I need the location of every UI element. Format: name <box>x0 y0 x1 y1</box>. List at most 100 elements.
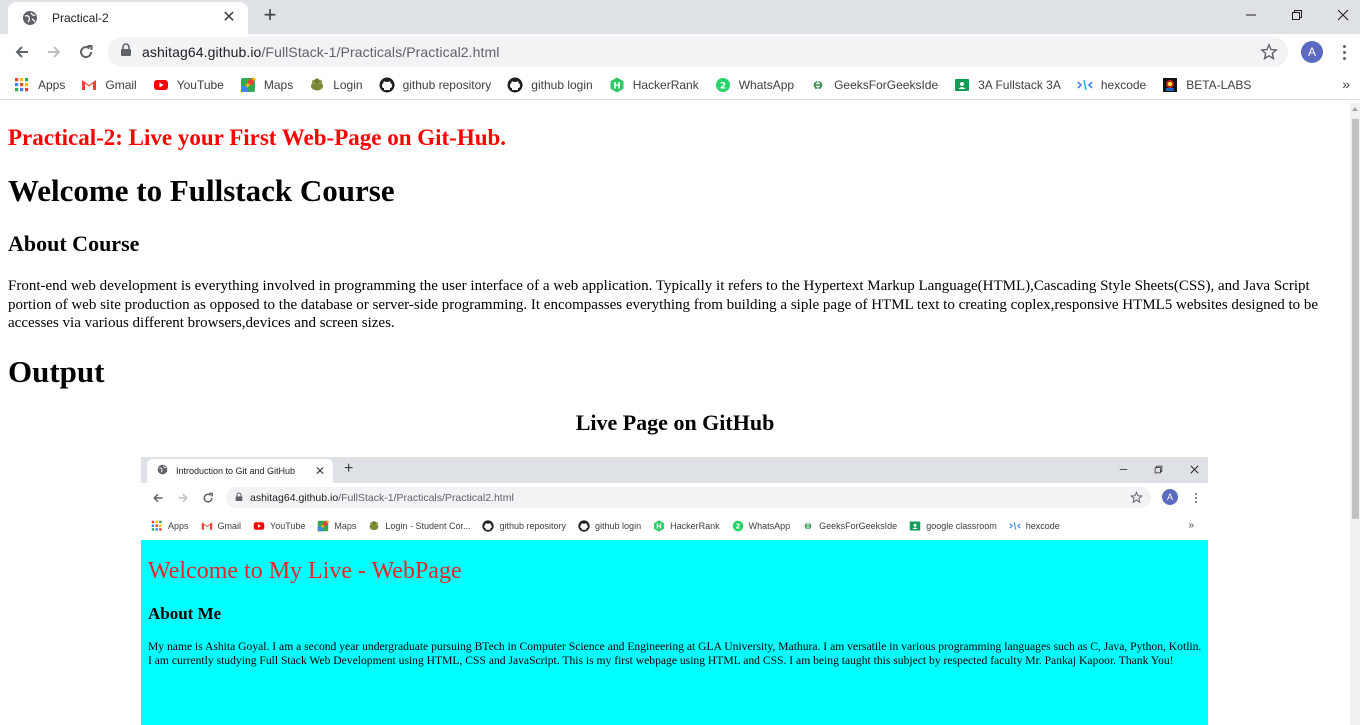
bookmark-github-repository: github repository <box>482 520 566 532</box>
menu-kebab-icon <box>1191 491 1201 505</box>
screenshot-url-text: ashitag64.github.io/FullStack-1/Practica… <box>250 492 514 504</box>
scroll-up-arrow-icon[interactable] <box>1352 107 1358 111</box>
close-window-icon <box>1184 461 1204 477</box>
page-title: Welcome to Fullstack Course <box>8 173 395 208</box>
geeksforgeeks-icon <box>810 77 826 93</box>
bookmark-geeksforgeekside[interactable]: GeeksForGeeksIde <box>810 77 938 93</box>
bookmark-label: github login <box>595 521 642 531</box>
screenshot-page-heading: Welcome to My Live - WebPage <box>148 558 462 584</box>
profile-avatar[interactable]: A <box>1301 41 1323 63</box>
svg-text:H: H <box>613 81 621 91</box>
menu-kebab-icon[interactable] <box>1334 42 1354 62</box>
bookmark-maps[interactable]: Maps <box>239 76 294 93</box>
forward-button[interactable] <box>40 38 68 66</box>
github-icon <box>482 520 495 532</box>
new-tab-button[interactable]: + <box>258 4 282 28</box>
url-host: ashitag64.github.io <box>142 44 262 60</box>
bookmark-label: GeeksForGeeksIde <box>819 521 898 531</box>
whatsapp-icon: 2 <box>732 520 744 532</box>
about-course-text: Front-end web development is everything … <box>8 278 1319 331</box>
close-tab-icon[interactable]: ✕ <box>220 9 238 27</box>
screenshot-url-path: /FullStack-1/Practicals/Practical2.html <box>338 491 514 504</box>
bookmark-label: Apps <box>168 521 189 531</box>
geeksforgeeks-icon <box>802 520 814 532</box>
scrollbar-thumb[interactable] <box>1352 119 1359 519</box>
bookmark-youtube[interactable]: YouTube <box>153 77 224 93</box>
address-bar[interactable]: ashitag64.github.io/FullStack-1/Practica… <box>108 37 1288 67</box>
active-tab[interactable]: Practical-2 ✕ <box>8 2 248 34</box>
bookmark-label: HackerRank <box>632 77 699 92</box>
screenshot-page: Welcome to My Live - WebPage About Me My… <box>141 540 1208 725</box>
whatsapp-icon: 2 <box>715 77 731 93</box>
bookmark-google-classroom: google classroom <box>909 520 997 532</box>
bookmark-hackerrank[interactable]: H HackerRank <box>609 77 699 93</box>
bookmark-apps[interactable]: Apps <box>14 77 65 93</box>
bookmark-label: Login <box>333 77 363 92</box>
globe-icon <box>22 10 38 26</box>
forward-icon <box>175 490 191 506</box>
bookmark-label: GeeksForGeeksIde <box>834 77 939 92</box>
hexcode-icon <box>1009 520 1021 532</box>
more-bookmarks-chevron-icon: » <box>1188 520 1194 531</box>
restore-button[interactable] <box>1274 0 1320 30</box>
bookmark-label: github repository <box>499 521 567 531</box>
bookmark-geeksforgeekside: GeeksForGeeksIde <box>802 520 897 532</box>
bookmark-gmail: Gmail <box>201 520 242 532</box>
apps-grid-icon <box>151 520 163 532</box>
youtube-icon <box>253 520 265 532</box>
bookmark-label: github repository <box>402 77 492 92</box>
practical-subtitle: Practical-2: Live your First Web-Page on… <box>8 125 507 150</box>
apps-grid-icon <box>14 77 30 93</box>
bookmark-github-login[interactable]: github login <box>507 77 593 93</box>
maps-icon <box>239 76 256 93</box>
about-course-heading: About Course <box>8 231 140 256</box>
svg-text:H: H <box>656 523 662 531</box>
svg-text:2: 2 <box>735 523 740 531</box>
globe-icon <box>157 462 168 480</box>
gmail-icon <box>201 520 213 532</box>
github-icon <box>578 520 590 532</box>
bookmark-label: hexcode <box>1100 77 1147 92</box>
bookmark-youtube: YouTube <box>253 520 305 532</box>
bookmark-beta-labs[interactable]: BETA-LABS <box>1162 77 1251 93</box>
bookmark-hexcode[interactable]: hexcode <box>1077 77 1146 93</box>
lock-icon <box>120 42 132 62</box>
minimize-button[interactable] <box>1228 0 1274 30</box>
minimize-icon <box>1113 461 1133 477</box>
bookmark-label: Maps <box>263 77 294 92</box>
bookmark-label: Gmail <box>217 521 242 531</box>
tab-title: Practical-2 <box>52 11 109 25</box>
hexcode-icon <box>1077 77 1093 93</box>
vertical-scrollbar[interactable] <box>1350 103 1360 725</box>
bookmark-star-icon[interactable] <box>1260 43 1278 66</box>
output-heading: Output <box>8 354 105 389</box>
bookmark-3a-fullstack-3a[interactable]: 3A Fullstack 3A <box>954 77 1061 93</box>
bookmark-whatsapp[interactable]: 2 WhatsApp <box>715 77 794 93</box>
youtube-icon <box>153 77 169 93</box>
live-page-screenshot: Introduction to Git and GitHub ✕ + ashit… <box>141 457 1208 725</box>
bookmark-whatsapp: 2 WhatsApp <box>732 520 790 532</box>
live-page-heading: Live Page on GitHub <box>575 410 775 435</box>
bookmark-gmail[interactable]: Gmail <box>81 77 137 93</box>
github-icon <box>507 77 523 93</box>
close-window-button[interactable] <box>1320 0 1360 30</box>
bookmark-label: google classroom <box>926 521 997 531</box>
bookmark-label: BETA-LABS <box>1186 77 1252 92</box>
more-bookmarks-chevron-icon[interactable]: » <box>1342 76 1350 92</box>
bookmark-hackerrank: H HackerRank <box>653 520 720 532</box>
bookmark-star-icon <box>1130 491 1143 509</box>
bookmark-label: Apps <box>38 77 66 92</box>
bookmark-label: github login <box>531 77 593 92</box>
classroom-icon <box>954 77 970 93</box>
back-button[interactable] <box>8 38 36 66</box>
screenshot-tab-strip: Introduction to Git and GitHub ✕ + <box>141 457 1208 483</box>
reload-button[interactable] <box>72 38 100 66</box>
hackerrank-icon: H <box>609 77 625 93</box>
bookmark-label: Login - Student Cor... <box>385 521 471 531</box>
screenshot-about-text: My name is Ashita Goyal. I am a second y… <box>148 640 1202 667</box>
github-icon <box>379 77 395 93</box>
bookmark-login[interactable]: Login <box>309 77 363 93</box>
back-icon <box>150 490 166 506</box>
betalabs-icon <box>1162 77 1178 93</box>
bookmark-github-repository[interactable]: github repository <box>379 77 492 93</box>
